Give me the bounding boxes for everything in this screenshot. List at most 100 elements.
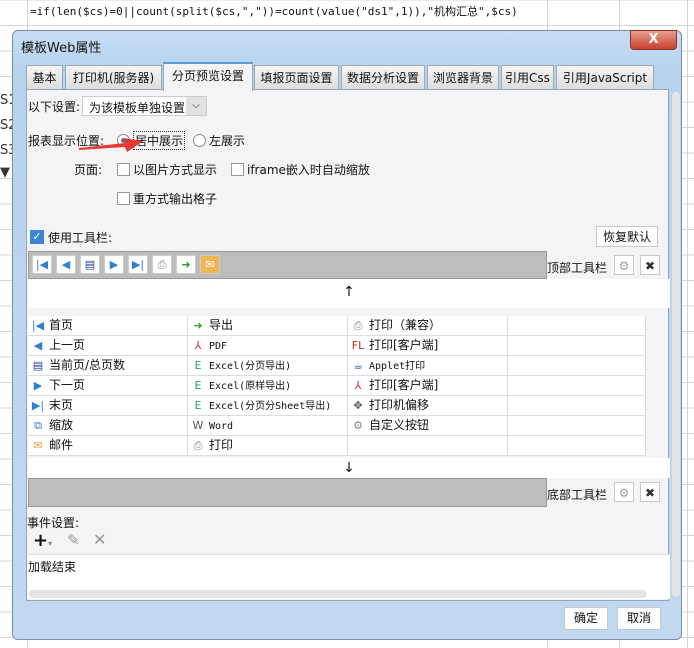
empty-cell — [508, 316, 646, 336]
toolbar-button-option[interactable]: ⧉ 缩放 — [28, 416, 188, 436]
top-toolbar-label: 顶部工具栏 — [547, 261, 608, 275]
export-icon[interactable]: ➜ — [176, 255, 196, 274]
ok-button[interactable]: 确定 — [564, 607, 608, 630]
move-up-arrow-icon[interactable]: ↑ — [28, 279, 670, 308]
iframe-zoom-label: iframe嵌入时自动缩放 — [247, 163, 370, 177]
excel-icon: E — [194, 379, 202, 392]
checkbox-image-mode[interactable] — [117, 163, 130, 176]
vertical-scrollbar[interactable] — [672, 92, 680, 597]
toolbar-button-label: Applet打印 — [369, 361, 426, 372]
toolbar-button-label: 导出 — [209, 318, 234, 332]
tab-basic[interactable]: 基本 — [26, 65, 63, 90]
toolbar-button-option[interactable]: ⅄ PDF — [188, 336, 348, 356]
events-label: 事件设置: — [27, 516, 80, 530]
event-list: 加载结束 — [28, 554, 670, 599]
checkbox-reprint-cells[interactable] — [117, 192, 130, 205]
first-page-icon[interactable]: |◀ — [32, 255, 52, 274]
tab-fill-page[interactable]: 填报页面设置 — [254, 65, 339, 90]
bottom-toolbar-remove-icon[interactable]: ✖ — [640, 482, 660, 502]
restore-default-button[interactable]: 恢复默认 — [596, 226, 658, 247]
email-icon: ✉ — [33, 439, 43, 452]
empty-cell — [508, 356, 646, 376]
bottom-toolbar-label: 底部工具栏 — [547, 488, 608, 502]
toolbar-button-option[interactable]: ✉ 邮件 — [28, 436, 188, 456]
toolbar-button-option[interactable]: E Excel(分页导出) — [188, 356, 348, 376]
toolbar-button-option[interactable]: |◀ 首页 — [28, 316, 188, 336]
email-icon[interactable]: ✉ — [200, 255, 220, 274]
toolbar-button-option[interactable]: ▶ 下一页 — [28, 376, 188, 396]
top-toolbar-preview[interactable]: |◀ ◀ ▤ ▶ ▶| ⎙ ➜ ✉ — [28, 251, 547, 279]
delete-event-icon[interactable]: ✕ — [93, 530, 106, 549]
radio-left[interactable] — [193, 134, 206, 147]
prev-icon: ◀ — [33, 339, 43, 352]
print-icon: ⎙ — [353, 319, 363, 332]
toolbar-button-option[interactable]: ⚙ 自定义按钮 — [348, 416, 508, 436]
tab-data-analysis[interactable]: 数据分析设置 — [341, 65, 425, 90]
bottom-toolbar-preview[interactable] — [28, 478, 547, 507]
tab-page-preview[interactable]: 分页预览设置 — [163, 62, 253, 91]
toolbar-button-option[interactable]: ➜ 导出 — [188, 316, 348, 336]
close-button[interactable]: X — [630, 30, 677, 50]
page-count-icon: ▤ — [32, 359, 44, 372]
top-toolbar-settings-icon[interactable]: ⚙ — [614, 255, 634, 275]
page-count-icon[interactable]: ▤ — [80, 255, 100, 274]
next-page-icon[interactable]: ▶ — [104, 255, 124, 274]
event-item[interactable]: 加载结束 — [28, 558, 76, 575]
toolbar-button-label: Excel(原样导出) — [209, 381, 292, 392]
add-event-icon[interactable]: +▾ — [33, 530, 52, 551]
toolbar-button-option[interactable]: ✥ 打印机偏移 — [348, 396, 508, 416]
prev-page-icon[interactable]: ◀ — [56, 255, 76, 274]
cancel-button[interactable]: 取消 — [617, 607, 661, 630]
pdf-icon: ⅄ — [194, 339, 202, 352]
pdf-print-icon: ⅄ — [354, 379, 362, 392]
formula-cell[interactable]: =if(len($cs)=0||count(split($cs,","))=co… — [30, 3, 518, 19]
toolbar-button-option[interactable]: ▶| 末页 — [28, 396, 188, 416]
tab-browser-bg[interactable]: 浏览器背景 — [427, 65, 499, 90]
tab-css[interactable]: 引用Css — [501, 65, 554, 90]
page-label: 页面: — [74, 163, 103, 177]
toolbar-button-option[interactable]: ⎙ 打印（兼容） — [348, 316, 508, 336]
checkbox-iframe-zoom[interactable] — [231, 163, 244, 176]
toolbar-button-label: 当前页/总页数 — [49, 358, 126, 372]
horizontal-scrollbar[interactable] — [29, 590, 647, 598]
toolbar-button-option[interactable]: W Word — [188, 416, 348, 436]
row-header: ▼ — [0, 165, 10, 180]
toolbar-button-option — [348, 436, 508, 456]
print-icon[interactable]: ⎙ — [152, 255, 172, 274]
toolbar-button-label: 打印 — [209, 438, 234, 452]
empty-cell — [508, 336, 646, 356]
toolbar-button-label: 打印（兼容） — [369, 318, 442, 332]
toolbar-button-option[interactable]: E Excel(分页分Sheet导出) — [188, 396, 348, 416]
toolbar-button-label: 首页 — [49, 318, 74, 332]
excel-icon: E — [194, 359, 202, 372]
toolbar-button-option[interactable]: E Excel(原样导出) — [188, 376, 348, 396]
bottom-toolbar-settings-icon[interactable]: ⚙ — [614, 482, 634, 502]
top-toolbar-remove-icon[interactable]: ✖ — [640, 255, 660, 275]
export-icon: ➜ — [193, 319, 203, 332]
toolbar-button-option[interactable]: ☕ Applet打印 — [348, 356, 508, 376]
tab-javascript[interactable]: 引用JavaScript — [556, 65, 654, 90]
toolbar-button-option[interactable]: ⅄ 打印[客户端] — [348, 376, 508, 396]
move-down-arrow-icon[interactable]: ↓ — [28, 458, 670, 478]
next-icon: ▶ — [33, 379, 43, 392]
print-icon: ⎙ — [193, 439, 203, 452]
toolbar-button-label: 邮件 — [49, 438, 74, 452]
toolbar-button-option[interactable]: ⎙ 打印 — [188, 436, 348, 456]
settings-select-value: 为该模板单独设置 — [89, 101, 186, 115]
tab-printer-server[interactable]: 打印机(服务器) — [65, 65, 162, 90]
image-mode-label: 以图片方式显示 — [133, 163, 218, 177]
edit-event-icon[interactable]: ✎ — [67, 531, 80, 549]
web-properties-dialog: 模板Web属性 X 基本 打印机(服务器) 分页预览设置 填报页面设置 数据分析… — [12, 30, 682, 640]
use-toolbar-checkbox[interactable]: ✓ — [30, 230, 44, 244]
radio-left-label[interactable]: 左展示 — [209, 132, 245, 149]
toolbar-button-option[interactable]: ◀ 上一页 — [28, 336, 188, 356]
applet-icon: ☕ — [353, 359, 363, 372]
settings-select[interactable]: 为该模板单独设置 ⌵ — [82, 96, 207, 116]
toolbar-button-label: 打印机偏移 — [369, 398, 430, 412]
toolbar-button-label: 打印[客户端] — [369, 378, 439, 392]
gear-icon: ⚙ — [353, 419, 363, 432]
toolbar-button-option[interactable]: ▤ 当前页/总页数 — [28, 356, 188, 376]
toolbar-button-label: 缩放 — [49, 418, 74, 432]
toolbar-button-option[interactable]: FL 打印[客户端] — [348, 336, 508, 356]
last-page-icon[interactable]: ▶| — [128, 255, 148, 274]
